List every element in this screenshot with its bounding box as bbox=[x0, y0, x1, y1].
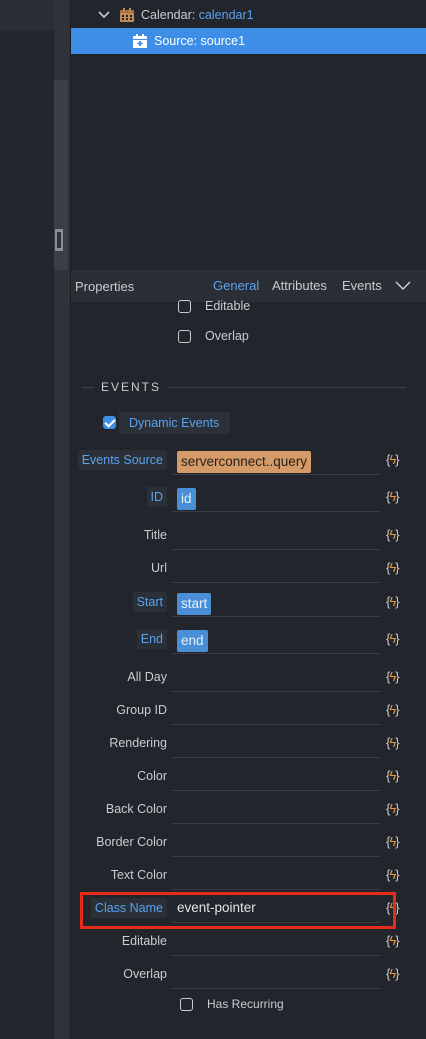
dynamic-data-button[interactable]: {ϟ} bbox=[386, 631, 400, 646]
editable-checkbox[interactable] bbox=[178, 299, 191, 313]
dynamic-data-button[interactable]: {ϟ} bbox=[386, 560, 400, 575]
dynamic-data-button[interactable]: {ϟ} bbox=[386, 527, 400, 542]
field-label: Url bbox=[151, 561, 167, 575]
field-row-events-source: Events Source serverconnect..query {ϟ} bbox=[71, 445, 426, 475]
field-label: Events Source bbox=[77, 450, 167, 470]
group-id-field[interactable] bbox=[172, 695, 380, 725]
calendar-source-icon bbox=[133, 34, 147, 48]
field-label: End bbox=[136, 629, 167, 649]
editable-field[interactable] bbox=[172, 926, 380, 956]
properties-title: Properties bbox=[75, 278, 135, 294]
source-label: Source: source1 bbox=[154, 34, 246, 48]
end-value[interactable]: end bbox=[177, 630, 208, 652]
field-row-all-day: All Day {ϟ} bbox=[71, 662, 426, 692]
back-color-field[interactable] bbox=[172, 794, 380, 824]
dynamic-data-button[interactable]: {ϟ} bbox=[386, 702, 400, 717]
field-row-rendering: Rendering {ϟ} bbox=[71, 728, 426, 758]
left-panel-header bbox=[0, 0, 54, 30]
start-value[interactable]: start bbox=[177, 593, 212, 615]
field-label: Color bbox=[137, 769, 167, 783]
field-label: Group ID bbox=[116, 703, 167, 717]
field-row-border-color: Border Color {ϟ} bbox=[71, 827, 426, 857]
all-day-field[interactable] bbox=[172, 662, 380, 692]
calendar-icon bbox=[120, 8, 134, 22]
field-row-back-color: Back Color {ϟ} bbox=[71, 794, 426, 824]
chevron-down-icon[interactable] bbox=[394, 280, 412, 292]
field-row-text-color: Text Color {ϟ} bbox=[71, 860, 426, 890]
field-row-id: ID id {ϟ} bbox=[71, 482, 426, 512]
dynamic-data-button[interactable]: {ϟ} bbox=[386, 768, 400, 783]
events-source-value[interactable]: serverconnect..query bbox=[177, 451, 312, 473]
left-panel bbox=[0, 0, 54, 1039]
dynamic-events-label: Dynamic Events bbox=[129, 416, 220, 430]
overlap-field[interactable] bbox=[172, 959, 380, 989]
field-label: Border Color bbox=[96, 835, 167, 849]
url-field[interactable] bbox=[172, 553, 380, 583]
field-label: Editable bbox=[121, 934, 167, 948]
tree-item-source[interactable]: Source: source1 bbox=[71, 28, 426, 54]
dynamic-data-button[interactable]: {ϟ} bbox=[386, 735, 400, 750]
tree-item-calendar[interactable]: Calendar: calendar1 bbox=[71, 2, 426, 28]
dynamic-data-button[interactable]: {ϟ} bbox=[386, 867, 400, 882]
rendering-field[interactable] bbox=[172, 728, 380, 758]
dynamic-events-checkbox[interactable] bbox=[103, 416, 116, 429]
field-row-overlap: Overlap {ϟ} bbox=[71, 959, 426, 989]
has-recurring-checkbox[interactable] bbox=[180, 997, 193, 1011]
field-label: Rendering bbox=[109, 736, 167, 750]
field-row-title: Title {ϟ} bbox=[71, 520, 426, 550]
field-row-start: Start start {ϟ} bbox=[71, 587, 426, 617]
field-row-group-id: Group ID {ϟ} bbox=[71, 695, 426, 725]
field-label: Title bbox=[143, 528, 167, 542]
calendar-name: calendar1 bbox=[198, 8, 254, 22]
structure-tree: Calendar: calendar1 Source: source1 bbox=[71, 0, 426, 268]
events-section-heading: EVENTS bbox=[101, 380, 162, 394]
text-color-field[interactable] bbox=[172, 860, 380, 890]
tree-item-label: Calendar: calendar1 bbox=[141, 8, 254, 22]
tab-events[interactable]: Events bbox=[342, 278, 382, 293]
field-row-editable: Editable {ϟ} bbox=[71, 926, 426, 956]
dynamic-data-button[interactable]: {ϟ} bbox=[386, 801, 400, 816]
dynamic-data-button[interactable]: {ϟ} bbox=[386, 489, 400, 504]
border-color-field[interactable] bbox=[172, 827, 380, 857]
field-row-end: End end {ϟ} bbox=[71, 624, 426, 654]
has-recurring-checkbox-row[interactable]: Has Recurring bbox=[180, 997, 284, 1011]
dynamic-events-checkbox-row[interactable] bbox=[103, 416, 116, 429]
field-label: ID bbox=[146, 487, 167, 507]
field-label: Start bbox=[132, 592, 167, 612]
section-divider bbox=[168, 387, 406, 388]
field-label: Back Color bbox=[105, 802, 167, 816]
dynamic-data-button[interactable]: {ϟ} bbox=[386, 933, 400, 948]
field-label: All Day bbox=[127, 670, 167, 684]
tab-attributes[interactable]: Attributes bbox=[272, 278, 327, 293]
scrollbar-thumb[interactable] bbox=[55, 229, 63, 251]
dynamic-data-button[interactable]: {ϟ} bbox=[386, 966, 400, 981]
id-value[interactable]: id bbox=[177, 488, 196, 510]
editable-checkbox-row[interactable]: Editable bbox=[178, 299, 250, 313]
field-row-color: Color {ϟ} bbox=[71, 761, 426, 791]
id-field[interactable] bbox=[172, 482, 380, 512]
overlap-label: Overlap bbox=[205, 329, 249, 343]
field-row-url: Url {ϟ} bbox=[71, 553, 426, 583]
dynamic-data-button[interactable]: {ϟ} bbox=[386, 669, 400, 684]
annotation-highlight-box bbox=[80, 892, 396, 929]
title-field[interactable] bbox=[172, 520, 380, 550]
has-recurring-label: Has Recurring bbox=[207, 997, 284, 1011]
color-field[interactable] bbox=[172, 761, 380, 791]
dynamic-events-label-box[interactable]: Dynamic Events bbox=[119, 412, 230, 434]
dynamic-data-button[interactable]: {ϟ} bbox=[386, 594, 400, 609]
dynamic-data-button[interactable]: {ϟ} bbox=[386, 834, 400, 849]
editable-label: Editable bbox=[205, 299, 251, 313]
section-divider bbox=[82, 387, 94, 388]
overlap-checkbox-row[interactable]: Overlap bbox=[178, 329, 249, 343]
field-label: Text Color bbox=[110, 868, 167, 882]
overlap-checkbox[interactable] bbox=[178, 329, 191, 343]
chevron-down-icon[interactable] bbox=[97, 8, 111, 22]
field-label: Overlap bbox=[123, 967, 167, 981]
tab-general[interactable]: General bbox=[213, 278, 259, 293]
dynamic-data-button[interactable]: {ϟ} bbox=[386, 452, 400, 467]
calendar-label: Calendar: bbox=[141, 8, 196, 22]
